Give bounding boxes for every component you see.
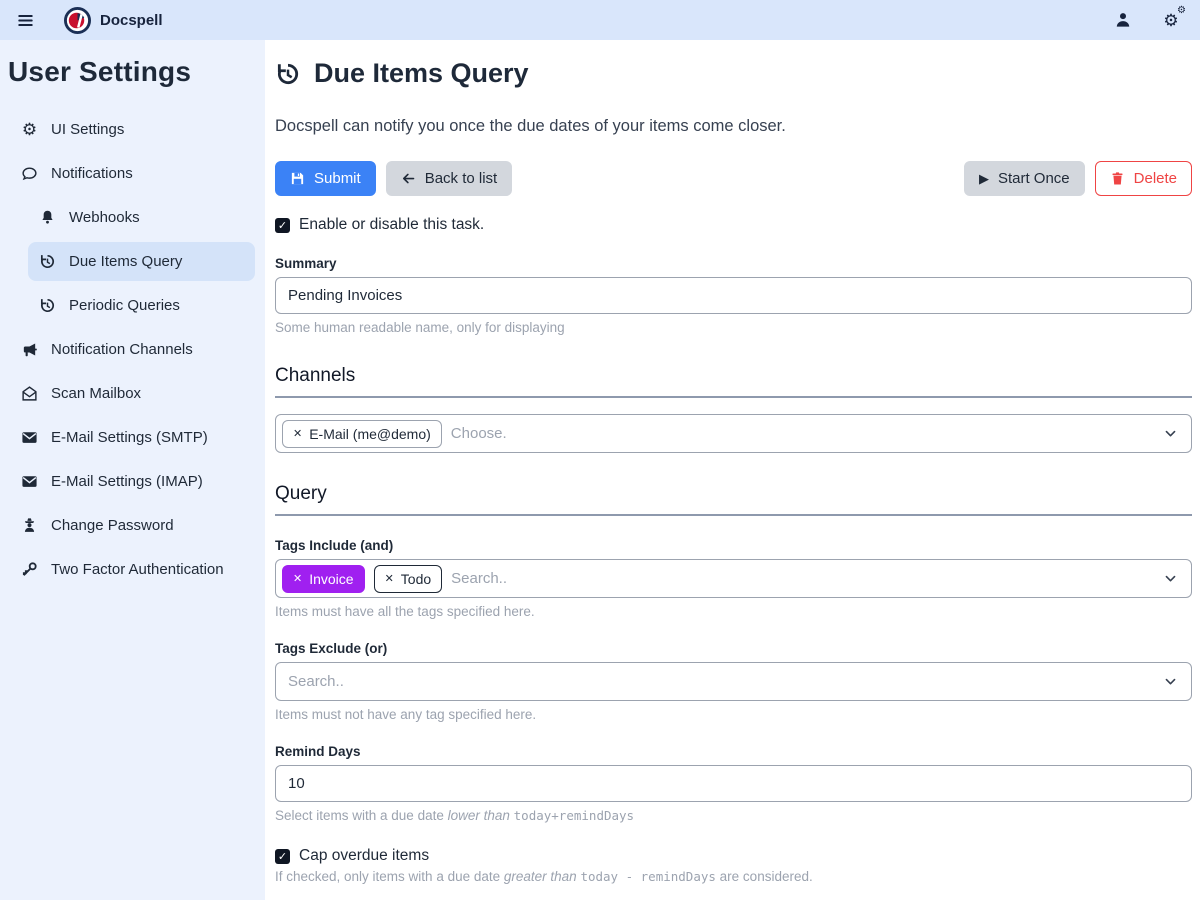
app-title: Docspell — [100, 12, 163, 29]
summary-helper: Some human readable name, only for displ… — [275, 320, 1192, 335]
page-title: Due Items Query — [275, 58, 1192, 89]
trash-icon — [1110, 171, 1125, 186]
chevron-down-icon[interactable] — [1164, 675, 1177, 688]
sidebar-item-label: E-Mail Settings (SMTP) — [51, 429, 208, 446]
tags-include-placeholder: Search.. — [451, 570, 507, 587]
history-icon — [38, 252, 57, 271]
sidebar-item-notifications[interactable]: Notifications — [10, 154, 255, 193]
page-description: Docspell can notify you once the due dat… — [275, 117, 1192, 136]
cap-overdue-helper: If checked, only items with a due date g… — [275, 869, 1192, 884]
remove-chip-icon[interactable]: ✕ — [385, 572, 394, 585]
tags-include-dropdown[interactable]: ✕ Invoice ✕ Todo Search.. — [275, 559, 1192, 598]
summary-label: Summary — [275, 256, 1192, 271]
arrow-left-icon — [401, 171, 416, 186]
channel-chip[interactable]: ✕ E-Mail (me@demo) — [282, 420, 442, 448]
sidebar: User Settings ⚙ UI Settings Notification… — [0, 40, 265, 900]
start-once-button[interactable]: ▶ Start Once — [964, 161, 1085, 196]
envelope-icon — [20, 428, 39, 447]
history-icon — [38, 296, 57, 315]
cap-overdue-checkbox[interactable] — [275, 849, 290, 864]
user-account-icon[interactable] — [1112, 9, 1134, 31]
tags-include-helper: Items must have all the tags specified h… — [275, 604, 1192, 619]
cap-overdue-row: Cap overdue items — [275, 847, 1192, 865]
query-section-header: Query — [275, 483, 1192, 516]
docspell-logo-icon — [64, 7, 91, 34]
envelope-icon — [20, 472, 39, 491]
sidebar-item-label: E-Mail Settings (IMAP) — [51, 473, 203, 490]
sidebar-item-ui-settings[interactable]: ⚙ UI Settings — [10, 110, 255, 149]
tags-exclude-label: Tags Exclude (or) — [275, 641, 1192, 656]
menu-hamburger-icon[interactable] — [12, 7, 38, 33]
sidebar-item-two-factor[interactable]: Two Factor Authentication — [10, 550, 255, 589]
sidebar-item-label: Notifications — [51, 165, 133, 182]
enable-task-row: Enable or disable this task. — [275, 216, 1192, 234]
sidebar-item-label: Periodic Queries — [69, 297, 180, 314]
channels-section-header: Channels — [275, 365, 1192, 398]
sidebar-item-email-imap[interactable]: E-Mail Settings (IMAP) — [10, 462, 255, 501]
tags-exclude-placeholder: Search.. — [288, 673, 344, 690]
sidebar-item-notification-channels[interactable]: Notification Channels — [10, 330, 255, 369]
sidebar-item-label: Due Items Query — [69, 253, 182, 270]
remind-days-helper: Select items with a due date lower than … — [275, 808, 1192, 823]
sidebar-item-webhooks[interactable]: Webhooks — [28, 198, 255, 237]
tags-exclude-dropdown[interactable]: Search.. — [275, 662, 1192, 701]
sidebar-item-change-password[interactable]: Change Password — [10, 506, 255, 545]
enable-task-checkbox[interactable] — [275, 218, 290, 233]
top-navbar: Docspell ⚙⚙ — [0, 0, 1200, 40]
cap-overdue-label: Cap overdue items — [299, 847, 429, 865]
sidebar-item-scan-mailbox[interactable]: Scan Mailbox — [10, 374, 255, 413]
chevron-down-icon[interactable] — [1164, 572, 1177, 585]
remind-days-label: Remind Days — [275, 744, 1192, 759]
submit-button[interactable]: Submit — [275, 161, 376, 196]
summary-input[interactable] — [275, 277, 1192, 314]
history-icon — [275, 61, 301, 87]
delete-button[interactable]: Delete — [1095, 161, 1192, 196]
user-secret-icon — [20, 516, 39, 535]
tags-exclude-helper: Items must not have any tag specified he… — [275, 707, 1192, 722]
back-to-list-button[interactable]: Back to list — [386, 161, 513, 196]
remove-chip-icon[interactable]: ✕ — [293, 572, 302, 585]
settings-cogs-icon[interactable]: ⚙⚙ — [1160, 9, 1182, 31]
sidebar-item-label: Webhooks — [69, 209, 140, 226]
chevron-down-icon[interactable] — [1164, 427, 1177, 440]
sidebar-item-label: Scan Mailbox — [51, 385, 141, 402]
channels-placeholder: Choose. — [451, 425, 507, 442]
gear-icon: ⚙ — [20, 120, 39, 139]
sidebar-item-label: UI Settings — [51, 121, 124, 138]
remind-days-input[interactable] — [275, 765, 1192, 802]
key-icon — [20, 560, 39, 579]
tag-chip-invoice[interactable]: ✕ Invoice — [282, 565, 365, 593]
tags-include-label: Tags Include (and) — [275, 538, 1192, 553]
bullhorn-icon — [20, 340, 39, 359]
sidebar-item-label: Change Password — [51, 517, 174, 534]
sidebar-item-label: Notification Channels — [51, 341, 193, 358]
sidebar-title: User Settings — [8, 56, 261, 88]
enable-task-label: Enable or disable this task. — [299, 216, 484, 234]
play-icon: ▶ — [979, 172, 989, 185]
channels-dropdown[interactable]: ✕ E-Mail (me@demo) Choose. — [275, 414, 1192, 453]
app-brand[interactable]: Docspell — [64, 7, 163, 34]
comment-icon — [20, 164, 39, 183]
main-content: Due Items Query Docspell can notify you … — [265, 40, 1200, 900]
sidebar-item-periodic-queries[interactable]: Periodic Queries — [28, 286, 255, 325]
tag-chip-todo[interactable]: ✕ Todo — [374, 565, 443, 593]
save-icon — [290, 171, 305, 186]
envelope-open-icon — [20, 384, 39, 403]
sidebar-item-label: Two Factor Authentication — [51, 561, 224, 578]
sidebar-item-due-items-query[interactable]: Due Items Query — [28, 242, 255, 281]
sidebar-item-email-smtp[interactable]: E-Mail Settings (SMTP) — [10, 418, 255, 457]
bell-icon — [38, 208, 57, 227]
remove-chip-icon[interactable]: ✕ — [293, 427, 302, 440]
